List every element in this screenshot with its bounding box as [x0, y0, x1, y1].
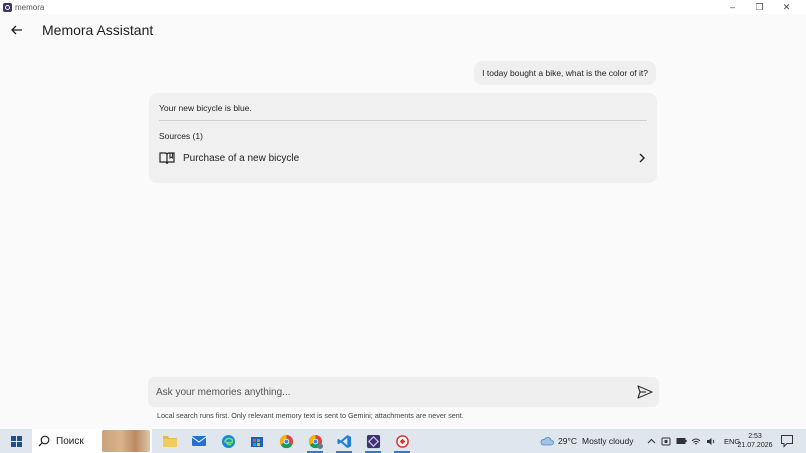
vscode-icon[interactable] — [333, 430, 355, 453]
minimize-button[interactable]: – — [719, 2, 746, 12]
window-titlebar: memora – ❐ ✕ — [0, 0, 806, 14]
window-controls: – ❐ ✕ — [719, 0, 800, 14]
taskbar-clock[interactable]: 2:53 21.07.2026 — [737, 432, 773, 450]
privacy-hint: Local search runs first. Only relevant m… — [157, 411, 464, 420]
source-title: Purchase of a new bicycle — [183, 152, 300, 164]
memora-logo-icon — [3, 2, 12, 12]
book-icon — [159, 152, 175, 165]
clock-date: 21.07.2026 — [737, 442, 773, 449]
volume-icon[interactable] — [705, 435, 717, 447]
weather-condition: Mostly cloudy — [582, 436, 634, 446]
weather-widget[interactable]: 29°C Mostly cloudy — [540, 429, 634, 453]
prompt-input[interactable] — [156, 377, 626, 407]
answer-text: Your new bicycle is blue. — [159, 103, 252, 113]
window-title: memora — [15, 2, 45, 12]
divider — [159, 120, 647, 121]
clock-time: 2:53 — [748, 433, 762, 440]
sources-label: Sources (1) — [159, 131, 203, 141]
restore-button[interactable]: ❐ — [746, 2, 773, 13]
user-message-bubble: I today bought a bike, what is the color… — [474, 61, 656, 85]
wifi-icon[interactable] — [690, 435, 702, 447]
send-icon — [637, 385, 653, 399]
start-button[interactable] — [4, 429, 28, 453]
camera-icon[interactable] — [660, 435, 672, 447]
chevron-right-icon — [639, 153, 645, 163]
chevron-up-icon[interactable] — [645, 435, 657, 447]
back-button[interactable] — [9, 22, 25, 38]
close-button[interactable]: ✕ — [773, 2, 800, 13]
search-highlight-image — [102, 430, 150, 452]
chrome-icon[interactable] — [275, 430, 297, 452]
send-button[interactable] — [637, 384, 653, 400]
search-icon — [38, 435, 50, 447]
windows-logo-icon — [10, 435, 22, 447]
user-message-text: I today bought a bike, what is the color… — [482, 68, 648, 78]
notification-icon — [781, 435, 793, 448]
source-item[interactable]: Purchase of a new bicycle — [157, 149, 647, 167]
composer — [148, 377, 659, 407]
assistant-answer-card: Your new bicycle is blue. Sources (1) Pu… — [149, 93, 657, 183]
weather-temp: 29°C — [558, 436, 577, 446]
page-title: Memora Assistant — [42, 22, 154, 38]
search-placeholder: Поиск — [56, 435, 84, 447]
chrome-profile-icon[interactable] — [304, 430, 326, 453]
edge-icon[interactable] — [217, 430, 239, 452]
file-explorer-icon[interactable] — [159, 430, 181, 452]
store-icon[interactable] — [246, 430, 268, 452]
mail-icon[interactable] — [188, 430, 210, 452]
windows-taskbar: Поиск 29°C Mostly cloudy ENG 2:53 21.07.… — [0, 429, 806, 453]
taskbar-search[interactable]: Поиск — [32, 429, 152, 453]
notifications-button[interactable] — [780, 434, 794, 448]
app-icon[interactable] — [391, 430, 413, 453]
battery-icon[interactable] — [675, 435, 687, 447]
system-tray: ENG — [645, 429, 740, 453]
cloud-icon — [540, 437, 554, 446]
arrow-left-icon — [11, 25, 22, 35]
memora-icon[interactable] — [362, 430, 384, 453]
